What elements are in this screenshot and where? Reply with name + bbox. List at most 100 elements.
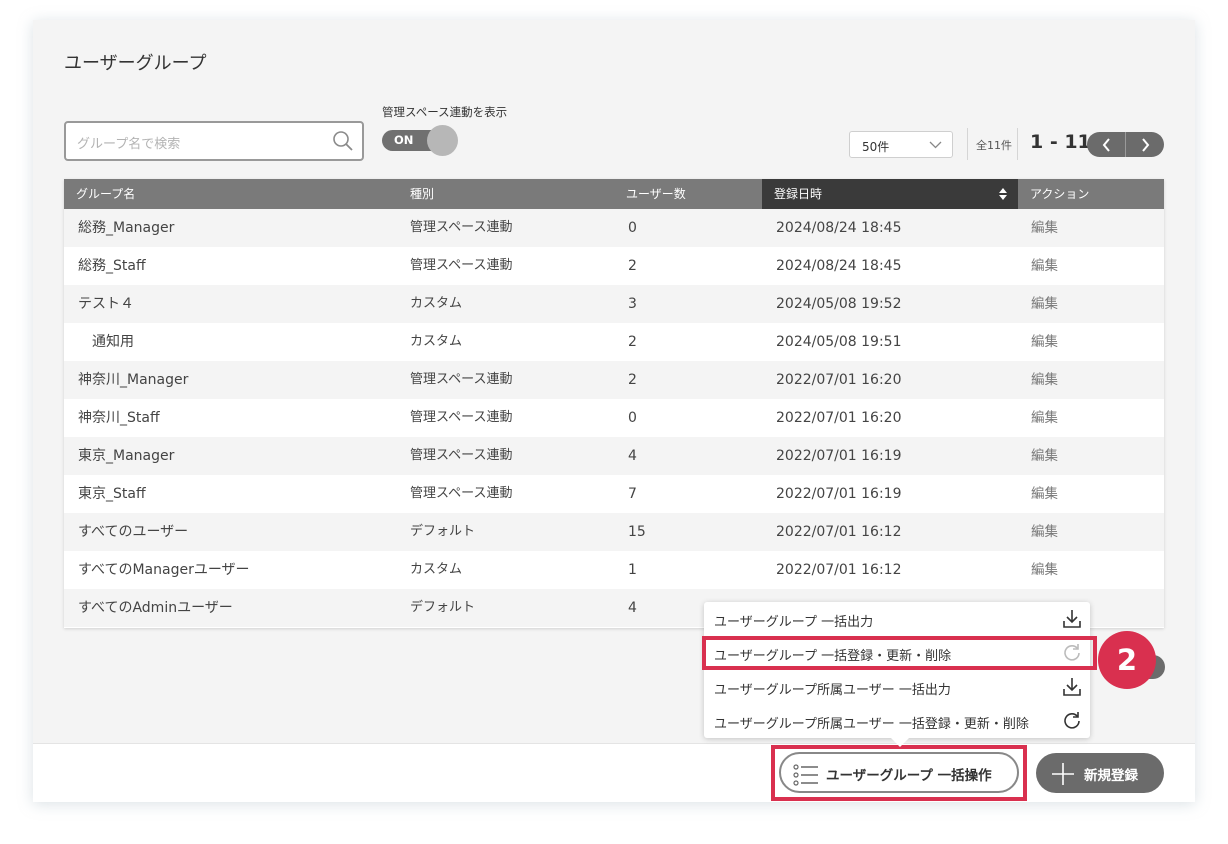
sort-icon [999,188,1007,200]
group-name-cell: 総務_Staff [78,258,146,274]
toggle-knob[interactable] [427,125,458,156]
column-header-type[interactable]: 種別 [398,179,614,209]
toggle-state: ON [394,133,414,147]
user-count-cell: 4 [628,600,637,616]
step-badge: 2 [1098,631,1156,689]
date-cell: 2022/07/01 16:20 [776,372,902,388]
user-count-cell: 2 [628,258,637,274]
table-row: すべてのユーザー デフォルト 15 2022/07/01 16:12 編集 [64,513,1164,551]
divider [967,128,968,160]
date-cell: 2024/08/24 18:45 [776,258,902,274]
per-page-select[interactable]: 50件 [849,131,953,158]
bulk-operation-menu: ユーザーグループ 一括出力 ユーザーグループ 一括登録・更新・削除 ユーザーグル… [704,602,1090,747]
download-icon [1063,610,1081,628]
column-header-users[interactable]: ユーザー数 [614,179,762,209]
user-count-cell: 2 [628,372,637,388]
type-cell: 管理スペース連動 [410,410,513,425]
pager [1087,132,1164,157]
user-count-cell: 0 [628,410,637,426]
type-cell: デフォルト [410,524,476,539]
bulk-operation-button[interactable]: ユーザーグループ 一括操作 [779,752,1019,793]
divider [1017,128,1018,160]
group-name-cell: すべてのManagerユーザー [78,562,250,578]
edit-link[interactable]: 編集 [1031,551,1058,589]
bulk-operation-label: ユーザーグループ 一括操作 [826,768,992,784]
edit-link[interactable]: 編集 [1031,285,1058,323]
group-name-cell: すべてのAdminユーザー [78,600,233,616]
menu-item-member-import[interactable]: ユーザーグループ所属ユーザー 一括登録・更新・削除 [704,704,1090,738]
user-count-cell: 3 [628,296,637,312]
group-name-cell: 東京_Manager [78,448,175,464]
menu-pointer [891,738,909,747]
type-cell: 管理スペース連動 [410,258,513,273]
column-header-name[interactable]: グループ名 [64,179,398,209]
prev-page-button[interactable] [1087,132,1125,157]
table-row: すべてのManagerユーザー カスタム 1 2022/07/01 16:12 編集 [64,551,1164,589]
date-cell: 2024/08/24 18:45 [776,220,902,236]
column-header-date[interactable]: 登録日時 [762,179,1018,209]
edit-link[interactable]: 編集 [1031,361,1058,399]
user-count-cell: 2 [628,334,637,350]
date-cell: 2022/07/01 16:12 [776,524,902,540]
table-row: 神奈川_Staff 管理スペース連動 0 2022/07/01 16:20 編集 [64,399,1164,437]
group-name-cell: テスト４ [78,296,134,312]
group-table: グループ名 種別 ユーザー数 登録日時 アクション 総務_Manager 管理スペ… [64,179,1164,628]
type-cell: 管理スペース連動 [410,372,513,387]
user-count-cell: 0 [628,220,637,236]
menu-item-label: ユーザーグループ所属ユーザー 一括登録・更新・削除 [714,717,1029,732]
type-cell: 管理スペース連動 [410,486,513,501]
chevron-down-icon [929,141,942,149]
type-cell: デフォルト [410,600,476,615]
total-count: 全11件 [976,139,1012,152]
column-header-action: アクション [1030,187,1090,201]
group-name-cell: 総務_Manager [78,220,175,236]
edit-link[interactable]: 編集 [1031,475,1058,513]
edit-link[interactable]: 編集 [1031,399,1058,437]
search-placeholder: グループ名で検索 [77,137,181,152]
refresh-icon [1064,712,1080,729]
group-name-cell: 神奈川_Staff [78,410,160,426]
search-input[interactable]: グループ名で検索 [64,121,364,161]
date-cell: 2022/07/01 16:12 [776,562,902,578]
download-icon [1063,678,1081,696]
group-name-cell: 神奈川_Manager [78,372,189,388]
table-row: 東京_Staff 管理スペース連動 7 2022/07/01 16:19 編集 [64,475,1164,513]
chevron-left-icon [1102,137,1110,152]
chevron-right-icon [1141,137,1149,152]
edit-link[interactable]: 編集 [1031,209,1058,247]
next-page-button[interactable] [1126,132,1164,157]
table-header: グループ名 種別 ユーザー数 登録日時 アクション [64,179,1164,209]
table-row: 東京_Manager 管理スペース連動 4 2022/07/01 16:19 編集 [64,437,1164,475]
edit-link[interactable]: 編集 [1031,323,1058,361]
page-title: ユーザーグループ [64,53,207,74]
search-icon[interactable] [332,130,354,156]
menu-item-member-export[interactable]: ユーザーグループ所属ユーザー 一括出力 [704,670,1090,704]
new-register-button[interactable]: 新規登録 [1036,753,1164,793]
type-cell: 管理スペース連動 [410,448,513,463]
menu-item-label: ユーザーグループ所属ユーザー 一括出力 [714,683,951,698]
date-cell: 2022/07/01 16:19 [776,486,902,502]
toggle-label: 管理スペース連動を表示 [382,105,508,119]
group-name-cell: すべてのユーザー [78,524,189,540]
date-cell: 2024/05/08 19:51 [776,334,902,350]
user-count-cell: 7 [628,486,637,502]
per-page-value: 50件 [862,140,890,154]
new-register-label: 新規登録 [1084,768,1138,784]
type-cell: カスタム [410,562,463,577]
group-name-cell: 東京_Staff [78,486,146,502]
column-header-date-label: 登録日時 [774,187,823,201]
user-count-cell: 1 [628,562,637,578]
edit-link[interactable]: 編集 [1031,437,1058,475]
table-row: 総務_Manager 管理スペース連動 0 2024/08/24 18:45 編集 [64,209,1164,247]
space-link-toggle[interactable]: ON [382,125,458,156]
menu-item-label: ユーザーグループ 一括出力 [714,615,874,630]
group-name-cell: 通知用 [78,334,134,350]
menu-item-group-export[interactable]: ユーザーグループ 一括出力 [704,602,1090,636]
type-cell: 管理スペース連動 [410,220,513,235]
edit-link[interactable]: 編集 [1031,513,1058,551]
edit-link[interactable]: 編集 [1031,247,1058,285]
plus-icon [1052,763,1074,785]
date-cell: 2022/07/01 16:19 [776,448,902,464]
user-count-cell: 4 [628,448,637,464]
highlight-box [702,636,1097,670]
